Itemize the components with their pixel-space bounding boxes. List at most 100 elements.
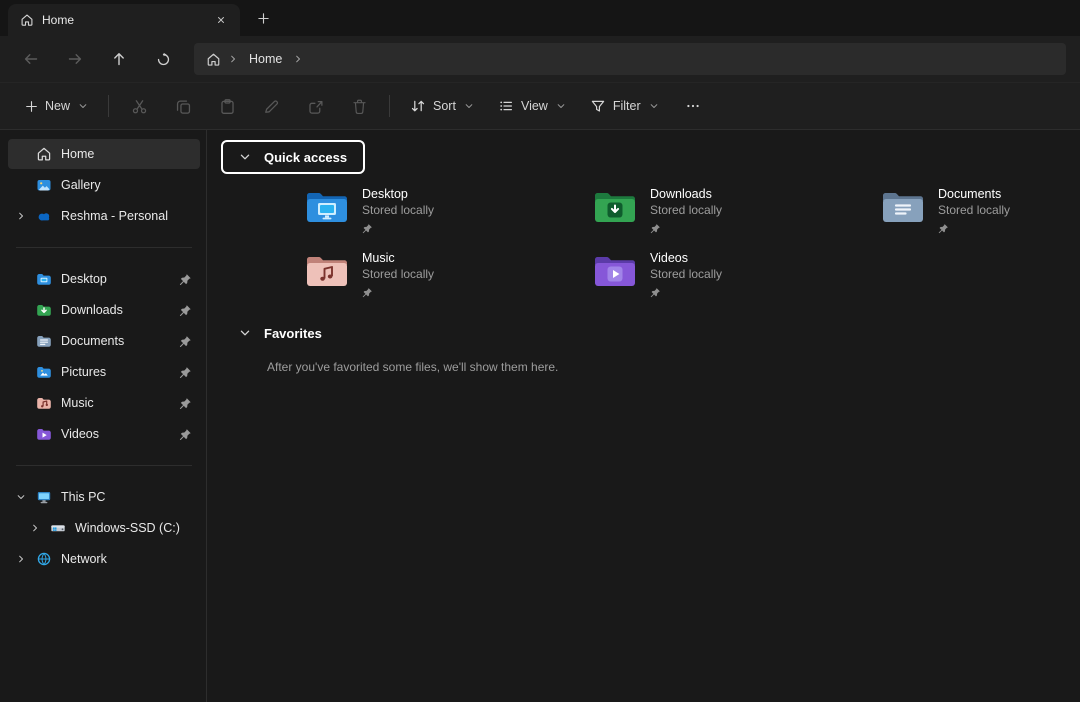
up-arrow-icon (111, 51, 127, 67)
quick-access-title: Quick access (264, 150, 347, 165)
rename-icon (263, 98, 280, 115)
quick-access-item-videos[interactable]: Videos Stored locally (587, 246, 875, 302)
item-status: Stored locally (362, 203, 434, 218)
delete-icon (351, 98, 368, 115)
titlebar: Home (0, 0, 1080, 36)
chevron-right-icon[interactable] (26, 520, 44, 536)
view-button-label: View (521, 99, 548, 113)
navigation-bar: Home (0, 36, 1080, 82)
pin-icon (179, 397, 192, 410)
item-name: Videos (650, 250, 722, 266)
quick-access-grid: Desktop Stored locally Downloads (299, 182, 1080, 302)
quick-access-item-music[interactable]: Music Stored locally (299, 246, 587, 302)
sidebar-item-onedrive-personal[interactable]: Reshma - Personal (8, 201, 200, 231)
quick-access-item-downloads[interactable]: Downloads Stored locally (587, 182, 875, 238)
forward-button[interactable] (54, 42, 96, 76)
chevron-down-icon (78, 101, 88, 111)
more-options-button[interactable] (672, 89, 714, 123)
home-icon (35, 146, 52, 162)
network-icon (35, 551, 52, 567)
copy-button[interactable] (162, 89, 204, 123)
sidebar-item-documents[interactable]: Documents (8, 326, 200, 356)
filter-button[interactable]: Filter (579, 89, 670, 123)
plus-icon (25, 100, 38, 113)
new-button[interactable]: New (14, 89, 99, 123)
breadcrumb-chevron-icon[interactable] (228, 54, 238, 64)
breadcrumb-chevron-icon[interactable] (293, 54, 303, 64)
item-status: Stored locally (938, 203, 1010, 218)
favorites-empty-message: After you've favorited some files, we'll… (267, 360, 1080, 374)
more-icon (685, 98, 701, 114)
breadcrumb-home[interactable]: Home (245, 50, 286, 68)
videos-folder-icon (35, 426, 52, 442)
desktop-folder-icon (35, 271, 52, 287)
window-body: Home Gallery Reshma - Personal (0, 130, 1080, 702)
sort-icon (410, 98, 426, 114)
tab-home[interactable]: Home (8, 4, 240, 36)
forward-arrow-icon (67, 51, 83, 67)
rename-button[interactable] (250, 89, 292, 123)
item-status: Stored locally (650, 203, 722, 218)
pin-icon (179, 366, 192, 379)
pin-icon (650, 287, 661, 298)
delete-button[interactable] (338, 89, 380, 123)
toolbar-separator (108, 95, 109, 117)
pin-icon (650, 223, 661, 234)
address-bar[interactable]: Home (194, 43, 1066, 75)
copy-icon (175, 98, 192, 115)
paste-button[interactable] (206, 89, 248, 123)
sidebar-item-videos[interactable]: Videos (8, 419, 200, 449)
filter-icon (590, 98, 606, 114)
tab-close-icon[interactable] (210, 9, 232, 31)
desktop-folder-icon (305, 188, 349, 224)
quick-access-header[interactable]: Quick access (221, 140, 365, 174)
pin-icon (179, 335, 192, 348)
onedrive-icon (35, 208, 52, 224)
sidebar-separator (16, 247, 192, 248)
cut-button[interactable] (118, 89, 160, 123)
sidebar-item-pictures[interactable]: Pictures (8, 357, 200, 387)
sidebar-item-this-pc[interactable]: This PC (8, 482, 200, 512)
sidebar-item-network[interactable]: Network (8, 544, 200, 574)
up-button[interactable] (98, 42, 140, 76)
view-icon (498, 98, 514, 114)
videos-folder-icon (593, 252, 637, 288)
sidebar-item-home[interactable]: Home (8, 139, 200, 169)
quick-access-item-documents[interactable]: Documents Stored locally (875, 182, 1080, 238)
sidebar-item-music[interactable]: Music (8, 388, 200, 418)
pin-icon (179, 304, 192, 317)
downloads-folder-icon (593, 188, 637, 224)
chevron-right-icon[interactable] (12, 551, 30, 567)
new-tab-button[interactable] (248, 4, 278, 32)
sort-button[interactable]: Sort (399, 89, 485, 123)
chevron-down-icon[interactable] (12, 489, 30, 505)
this-pc-icon (35, 489, 52, 505)
item-name: Documents (938, 186, 1010, 202)
sidebar-item-downloads[interactable]: Downloads (8, 295, 200, 325)
drive-icon (49, 520, 66, 536)
home-icon[interactable] (206, 52, 221, 67)
favorites-header[interactable]: Favorites (221, 316, 340, 350)
filter-button-label: Filter (613, 99, 641, 113)
item-status: Stored locally (650, 267, 722, 282)
sidebar-item-desktop[interactable]: Desktop (8, 264, 200, 294)
sidebar-separator (16, 465, 192, 466)
documents-folder-icon (881, 188, 925, 224)
chevron-right-icon[interactable] (12, 208, 30, 224)
favorites-title: Favorites (264, 326, 322, 341)
quick-access-item-desktop[interactable]: Desktop Stored locally (299, 182, 587, 238)
sidebar-item-windows-ssd[interactable]: Windows-SSD (C:) (8, 513, 200, 543)
item-name: Downloads (650, 186, 722, 202)
command-toolbar: New Sort (0, 82, 1080, 130)
home-icon (20, 13, 34, 27)
refresh-icon (156, 52, 171, 67)
view-button[interactable]: View (487, 89, 577, 123)
item-name: Desktop (362, 186, 434, 202)
sidebar-item-gallery[interactable]: Gallery (8, 170, 200, 200)
navigation-pane: Home Gallery Reshma - Personal (0, 130, 207, 702)
refresh-button[interactable] (142, 42, 184, 76)
item-name: Music (362, 250, 434, 266)
back-button[interactable] (10, 42, 52, 76)
quick-access-section: Quick access Desktop Stored locally (221, 140, 1080, 302)
share-button[interactable] (294, 89, 336, 123)
